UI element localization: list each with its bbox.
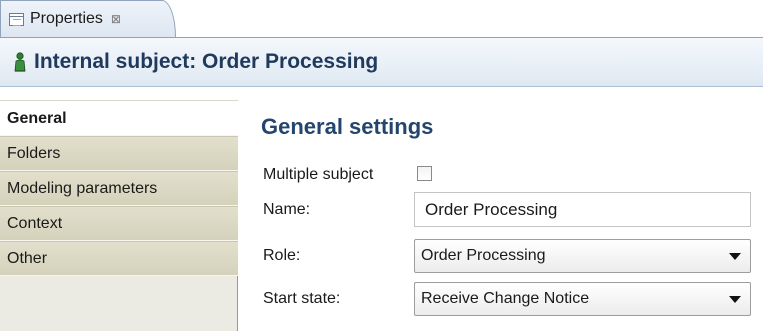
subject-person-icon bbox=[14, 52, 26, 72]
nav-item-context[interactable]: Context bbox=[0, 206, 238, 241]
chevron-down-icon bbox=[729, 296, 741, 303]
properties-header: Internal subject: Order Processing bbox=[0, 37, 763, 87]
nav-item-label: Context bbox=[7, 214, 63, 232]
nav-item-modeling-parameters[interactable]: Modeling parameters bbox=[0, 171, 238, 206]
nav-top-spacer bbox=[0, 88, 238, 101]
start-state-select-value: Receive Change Notice bbox=[421, 290, 590, 307]
nav-item-general[interactable]: General bbox=[0, 101, 239, 136]
section-title: General settings bbox=[261, 114, 434, 139]
properties-nav: General Folders Modeling parameters Cont… bbox=[0, 88, 239, 331]
properties-view-icon bbox=[9, 12, 24, 26]
role-label: Role: bbox=[263, 247, 301, 264]
close-icon[interactable]: ⊠ bbox=[111, 12, 121, 26]
properties-tab-label: Properties bbox=[30, 10, 103, 27]
multiple-subject-checkbox[interactable] bbox=[417, 166, 432, 181]
start-state-select[interactable]: Receive Change Notice bbox=[414, 282, 751, 316]
name-field-value: Order Processing bbox=[425, 199, 558, 219]
nav-item-label: Other bbox=[7, 249, 48, 267]
nav-item-folders[interactable]: Folders bbox=[0, 136, 238, 171]
start-state-label: Start state: bbox=[263, 290, 341, 307]
role-select-value: Order Processing bbox=[421, 247, 546, 264]
general-settings-panel: General settings Multiple subject Name: … bbox=[239, 88, 763, 331]
nav-item-label: Modeling parameters bbox=[7, 179, 158, 197]
role-select[interactable]: Order Processing bbox=[414, 239, 751, 273]
properties-tab[interactable]: Properties ⊠ bbox=[0, 0, 176, 37]
nav-item-other[interactable]: Other bbox=[0, 241, 238, 276]
nav-item-label: General bbox=[7, 109, 67, 127]
chevron-down-icon bbox=[729, 253, 741, 260]
nav-item-label: Folders bbox=[7, 144, 61, 162]
multiple-subject-label: Multiple subject bbox=[263, 166, 374, 183]
name-field[interactable]: Order Processing bbox=[414, 192, 751, 227]
name-label: Name: bbox=[263, 201, 311, 218]
view-tab-strip: Properties ⊠ bbox=[0, 0, 763, 37]
page-title: Internal subject: Order Processing bbox=[34, 50, 379, 73]
